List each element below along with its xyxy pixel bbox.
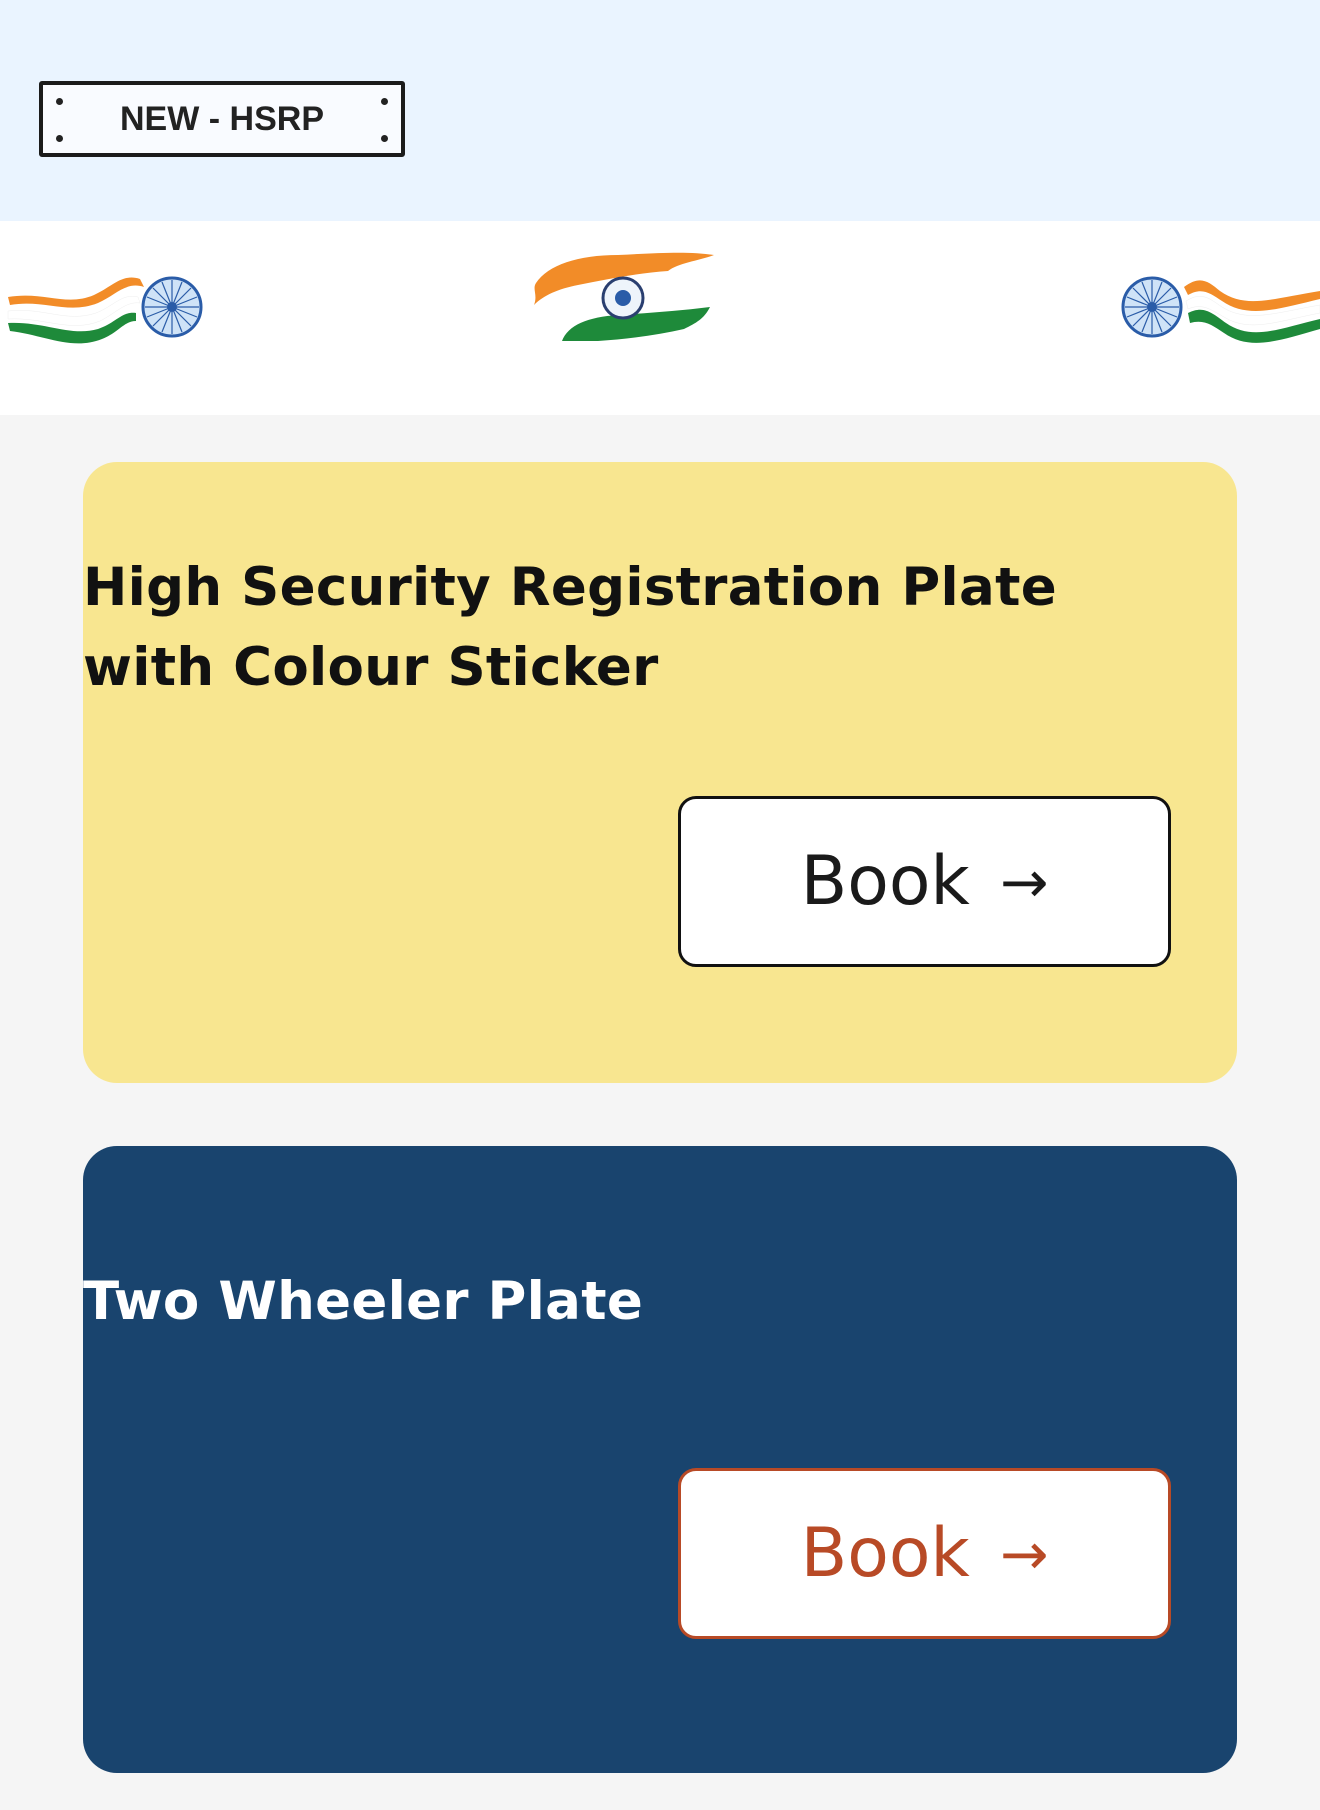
rivet-icon (56, 135, 63, 142)
flag-banner (0, 221, 1320, 415)
rivet-icon (56, 98, 63, 105)
arrow-right-icon: → (999, 847, 1049, 916)
book-button-label: Book (800, 1514, 970, 1593)
book-button-hsrp[interactable]: Book → (678, 796, 1171, 967)
rivet-icon (381, 135, 388, 142)
flag-brush-center-icon (534, 252, 714, 341)
rivet-icon (381, 98, 388, 105)
book-button-two-wheeler[interactable]: Book → (678, 1468, 1171, 1639)
arrow-right-icon: → (999, 1519, 1049, 1588)
logo-link[interactable]: NEW - HSRP (39, 81, 405, 157)
book-button-label: Book (800, 842, 970, 921)
flag-ribbon-left-icon (7, 276, 203, 344)
logo-text: NEW - HSRP (120, 99, 324, 138)
card-title-hsrp: High Security Registration Plate with Co… (83, 557, 1057, 698)
service-card-two-wheeler (83, 1146, 1237, 1773)
flag-ribbon-right-icon (1121, 276, 1320, 343)
card-title-two-wheeler: Two Wheeler Plate (83, 1271, 644, 1332)
site-header: NEW - HSRP (0, 0, 1320, 221)
